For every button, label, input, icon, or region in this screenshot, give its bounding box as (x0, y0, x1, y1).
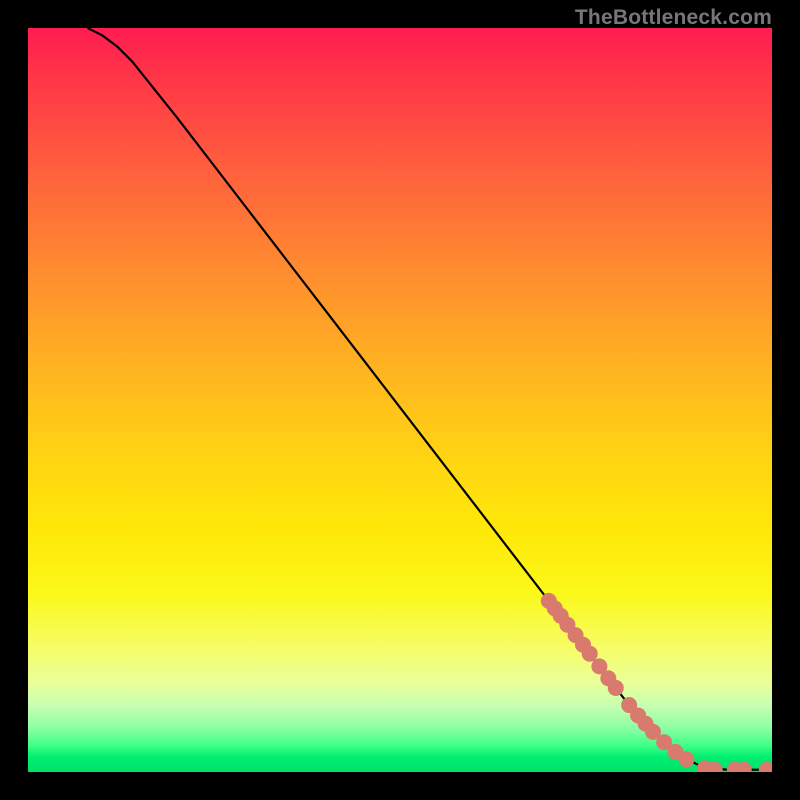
chart-container: TheBottleneck.com (0, 0, 800, 800)
curve-path (88, 28, 772, 770)
data-marker (608, 680, 624, 696)
data-marker (678, 751, 694, 767)
chart-svg (28, 28, 772, 772)
line-layer (88, 28, 772, 770)
data-marker (759, 762, 772, 772)
plot-area (28, 28, 772, 772)
attribution-label: TheBottleneck.com (575, 6, 772, 30)
data-marker (582, 646, 598, 662)
marker-layer (541, 593, 772, 772)
